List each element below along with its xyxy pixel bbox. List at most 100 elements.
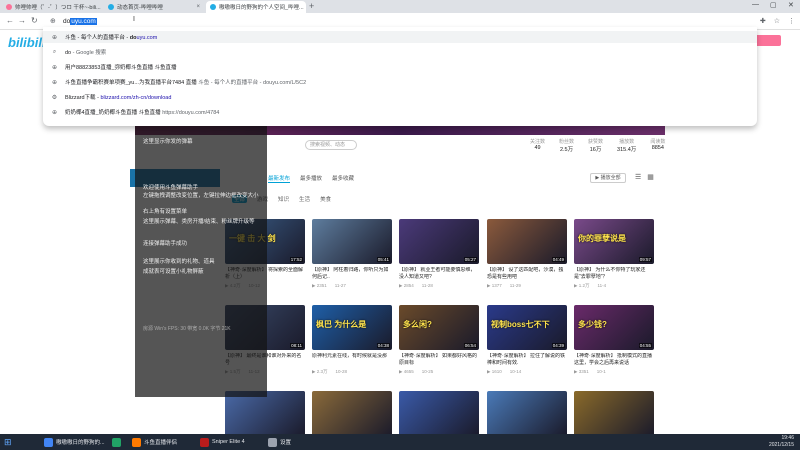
video-title[interactable]: 【原神】 设了这匹配吧，沙漠，独恐是有些用吧 <box>487 267 567 281</box>
video-thumbnail[interactable]: 多么闲? 06:54 <box>399 305 479 350</box>
suggestion-text: 斗鱼直播争霸积赛单项赛_yu...为我直播平台7484 直播 斗鱼 - 每个人的… <box>65 78 306 86</box>
sort-tab[interactable]: 最新发布 <box>268 174 291 183</box>
browser-tab[interactable]: 动态首页-哔哩哔哩 × <box>104 1 204 13</box>
channel-search-input[interactable]: 搜索视频、动态 <box>305 140 357 150</box>
reload-button[interactable]: ↻ <box>31 16 38 25</box>
suggestion-item[interactable]: ⊕ 斗鱼直播争霸积赛单项赛_yu...为我直播平台7484 直播 斗鱼 - 每个人… <box>43 76 757 88</box>
filter-chip[interactable]: 知识 <box>278 195 289 203</box>
overlay-message: 这里展示弹幕、类房开播/结束、粉丝牌升级等 <box>143 219 255 225</box>
overlay-message: 左键拖拽调整改变位置，左键拉伸边框改变大小 <box>143 193 259 199</box>
menu-icon[interactable]: ⋮ <box>788 17 795 25</box>
video-thumbnail[interactable]: 多少钱? 04:55 <box>574 305 654 350</box>
video-duration: 04:49 <box>551 257 565 262</box>
video-thumbnail[interactable]: 视制boss七不下 04:39 <box>487 305 567 350</box>
browser-tab[interactable]: 帅哩帅哩（゜-゜）つロ 干杯~-bili... × <box>2 1 102 13</box>
video-duration: 08:11 <box>290 343 303 348</box>
grid-view-icon[interactable]: ▦ <box>647 173 654 181</box>
sort-tab[interactable]: 最多播放 <box>300 174 322 183</box>
minimize-button[interactable]: — <box>752 1 759 8</box>
browser-tab-active[interactable]: 嗷嗷嗷日的野狗的个人空间_哔哩... × <box>206 1 306 13</box>
video-title[interactable]: 【原神】 就业王者可能要慎思维，没人知道又吧? <box>399 267 479 281</box>
maximize-button[interactable]: ▢ <box>770 1 777 9</box>
new-tab-button[interactable]: + <box>309 1 314 11</box>
windows-taskbar: ⊞ 嗷嗷嗷日的野狗的... 斗鱼直播伴侣 Sniper Elite 4 设置 19:4… <box>0 434 800 450</box>
filter-chip[interactable]: 生活 <box>299 195 310 203</box>
video-views: ▶ 1.2万 <box>574 283 590 288</box>
sort-tabs: 最新发布 最多播放 最多收藏 <box>268 174 354 183</box>
taskbar-app-label: 嗷嗷嗷日的野狗的... <box>56 440 105 446</box>
video-thumbnail[interactable]: 05:27 <box>399 219 479 264</box>
taskbar-app[interactable]: 斗鱼直播伴侣 <box>132 436 177 448</box>
channel-stats: 关注数 49 粉丝数 2.5万 获赞数 16万 播放数 315.4万 阅读数 8854 <box>530 138 665 153</box>
taskbar-app[interactable]: Sniper Elite 4 <box>200 436 245 448</box>
video-card[interactable]: 05:41 【原神】 阿柱着归路，你听只为如何后记.. ▶ 2351 11-27 <box>312 219 392 289</box>
overlay-message: 连接弹幕助手成功 <box>143 241 188 247</box>
thumbnail-caption: 多少钱? <box>578 320 607 329</box>
suggestion-item[interactable]: ⊕ 用户88823853直播_弥奶椰斗鱼直播 斗鱼直播 <box>43 61 757 73</box>
suggestion-item[interactable]: ⚙ Blizzard下载 - blizzard.com/zh-cn/downloa… <box>43 91 757 103</box>
close-icon[interactable]: × <box>196 4 200 10</box>
bookmark-icon[interactable]: ☆ <box>774 17 780 25</box>
globe-icon: ⊕ <box>51 64 58 71</box>
video-card[interactable]: 多少钱? 04:55 【神奇·深度解析】 抵制模式的直播这里，学会之后再来说话 ▶ 3… <box>574 305 654 375</box>
video-title[interactable]: 【神奇·深度解析】 如果都好风格的原目标 <box>399 353 479 367</box>
suggestion-text: 奶奶椰4直播_奶奶椰斗鱼直播 斗鱼直播 https://douyu.com/47… <box>65 108 219 116</box>
list-view-icon[interactable]: ☰ <box>635 173 641 181</box>
video-card[interactable]: 多么闲? 06:54 【神奇·深度解析】 如果都好风格的原目标 ▶ 4655 10-25 <box>399 305 479 375</box>
app-icon <box>268 437 277 447</box>
taskbar-app[interactable]: 设置 <box>268 436 291 448</box>
play-all-button[interactable]: ▶ 播放全部 <box>590 173 626 183</box>
video-title[interactable]: 【神奇·深度解析】 拉住了解说的铁棒和时间有效. <box>487 353 567 367</box>
video-thumbnail[interactable] <box>574 391 654 434</box>
app-icon <box>112 437 121 447</box>
stat-value: 49 <box>534 145 541 151</box>
video-views: ▶ 1377 <box>487 283 502 288</box>
start-button[interactable]: ⊞ <box>4 436 12 448</box>
video-card[interactable]: 04:49 【原神】 设了这匹配吧，沙漠，独恐是有些用吧 ▶ 1377 11-29 <box>487 219 567 289</box>
upload-button[interactable] <box>755 35 781 46</box>
video-thumbnail[interactable]: 你的罪孽说是 09:57 <box>574 219 654 264</box>
suggestion-item[interactable]: ⌕ do - Google 搜索 <box>43 46 757 58</box>
extension-icon[interactable]: ✚ <box>760 17 766 25</box>
video-date: 10-1 <box>596 369 606 374</box>
video-duration: 04:38 <box>376 343 390 348</box>
taskbar-app[interactable]: 嗷嗷嗷日的野狗的... <box>44 436 105 448</box>
danmaku-helper-overlay[interactable]: 房源 Win's FPS: 30 带宽 0.0K 字节 21K 这里显示你发的弹… <box>135 125 267 397</box>
suggestion-item[interactable]: ⊕ 斗鱼 - 每个人的直播平台 - douyu.com <box>43 31 757 43</box>
video-thumbnail[interactable] <box>312 391 392 434</box>
video-thumbnail[interactable] <box>225 391 305 434</box>
site-logo[interactable]: bilibili <box>8 35 46 50</box>
video-thumbnail[interactable]: 枫巴 为什么是 04:38 <box>312 305 392 350</box>
filter-chip[interactable]: 美食 <box>320 195 331 203</box>
video-card[interactable]: 你的罪孽说是 09:57 【原神】 为什么不你特了玩家还是"去罪孽地"？ ▶ 1.2万… <box>574 219 654 289</box>
video-title[interactable]: 原神利元素在线，有时候就是没那 <box>312 353 392 367</box>
video-thumbnail[interactable] <box>399 391 479 434</box>
video-views: ▶ 4655 <box>399 369 414 374</box>
video-card[interactable]: 视制boss七不下 04:39 【神奇·深度解析】 拉住了解说的铁棒和时间有效. ▶ … <box>487 305 567 375</box>
suggestion-item[interactable]: ⊕ 奶奶椰4直播_奶奶椰斗鱼直播 斗鱼直播 https://douyu.com/4… <box>43 106 757 118</box>
video-views: ▶ 1610 <box>487 369 502 374</box>
close-window-button[interactable]: ✕ <box>788 1 794 9</box>
video-title[interactable]: 【原神】 为什么不你特了玩家还是"去罪孽地"？ <box>574 267 654 281</box>
forward-button[interactable]: → <box>18 16 26 25</box>
suggestion-prefix: 斗鱼直播争霸积赛单项赛_yu...为我直播平台7484 直播 <box>65 80 199 86</box>
back-button[interactable]: ← <box>6 16 14 25</box>
taskbar-app-label: 设置 <box>280 440 292 446</box>
globe-icon: ⊕ <box>51 79 58 86</box>
video-duration: 09:57 <box>638 257 652 262</box>
video-title[interactable]: 【神奇·深度解析】 抵制模式的直播这里，学会之后再来说话 <box>574 353 654 367</box>
video-date: 11-4 <box>597 283 607 288</box>
sort-tab[interactable]: 最多收藏 <box>332 174 354 183</box>
omnibox-suggestions: ✕ ⊕斗鱼 - 每个人的直播平台 - douyu.com⌕do - Google… <box>43 27 757 126</box>
video-title[interactable]: 【原神】 阿柱着归路，你听只为如何后记.. <box>312 267 392 281</box>
video-thumbnail[interactable] <box>487 391 567 434</box>
video-card[interactable]: 05:27 【原神】 就业王者可能要慎思维，没人知道又吧? ▶ 2854 11-28 <box>399 219 479 289</box>
video-meta: ▶ 2351 11-27 <box>312 283 392 289</box>
video-thumbnail[interactable]: 05:41 <box>312 219 392 264</box>
taskbar-app-label: 斗鱼直播伴侣 <box>144 440 178 446</box>
taskbar-app[interactable] <box>112 436 121 448</box>
video-date: 10-14 <box>509 369 522 374</box>
stat-value: 315.4万 <box>617 147 637 153</box>
video-thumbnail[interactable]: 04:49 <box>487 219 567 264</box>
video-card[interactable]: 枫巴 为什么是 04:38 原神利元素在线，有时候就是没那 ▶ 2.3万 10-28 <box>312 305 392 375</box>
